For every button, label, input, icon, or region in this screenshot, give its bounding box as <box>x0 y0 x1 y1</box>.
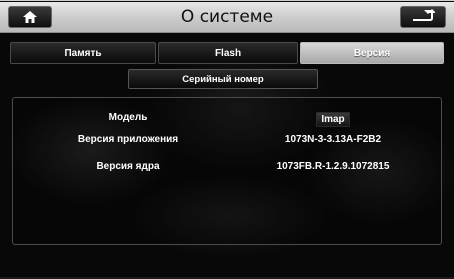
info-value-wrap: Imap <box>233 112 433 127</box>
title-bar: О системе <box>0 2 454 33</box>
back-button[interactable] <box>400 6 446 28</box>
serial-number-button[interactable]: Серийный номер <box>128 69 318 89</box>
info-label: Модель <box>108 112 148 123</box>
tab-memory[interactable]: Память <box>10 42 156 64</box>
version-info-panel: Модель Imap Версия приложения 1073N-3-3.… <box>12 97 442 245</box>
info-value: 1073FB.R-1.2.9.1072815 <box>276 161 390 172</box>
info-value: 1073N-3-3.13A-F2B2 <box>284 134 382 145</box>
back-arrow-icon <box>411 8 436 27</box>
info-value: Imap <box>316 112 350 127</box>
tab-version[interactable]: Версия <box>300 42 444 64</box>
info-label: Версия приложения <box>77 134 179 145</box>
tab-flash[interactable]: Flash <box>158 42 298 64</box>
system-info-screen: О системе Память Flash Версия Серийный н… <box>0 0 454 279</box>
info-label: Версия ядра <box>96 161 160 172</box>
info-row-model: Модель Imap <box>13 112 441 130</box>
tab-bar: Память Flash Версия <box>10 42 444 64</box>
info-row-app-version: Версия приложения 1073N-3-3.13A-F2B2 <box>13 134 441 152</box>
page-title: О системе <box>180 7 274 27</box>
info-row-kernel-version: Версия ядра 1073FB.R-1.2.9.1072815 <box>13 161 441 179</box>
